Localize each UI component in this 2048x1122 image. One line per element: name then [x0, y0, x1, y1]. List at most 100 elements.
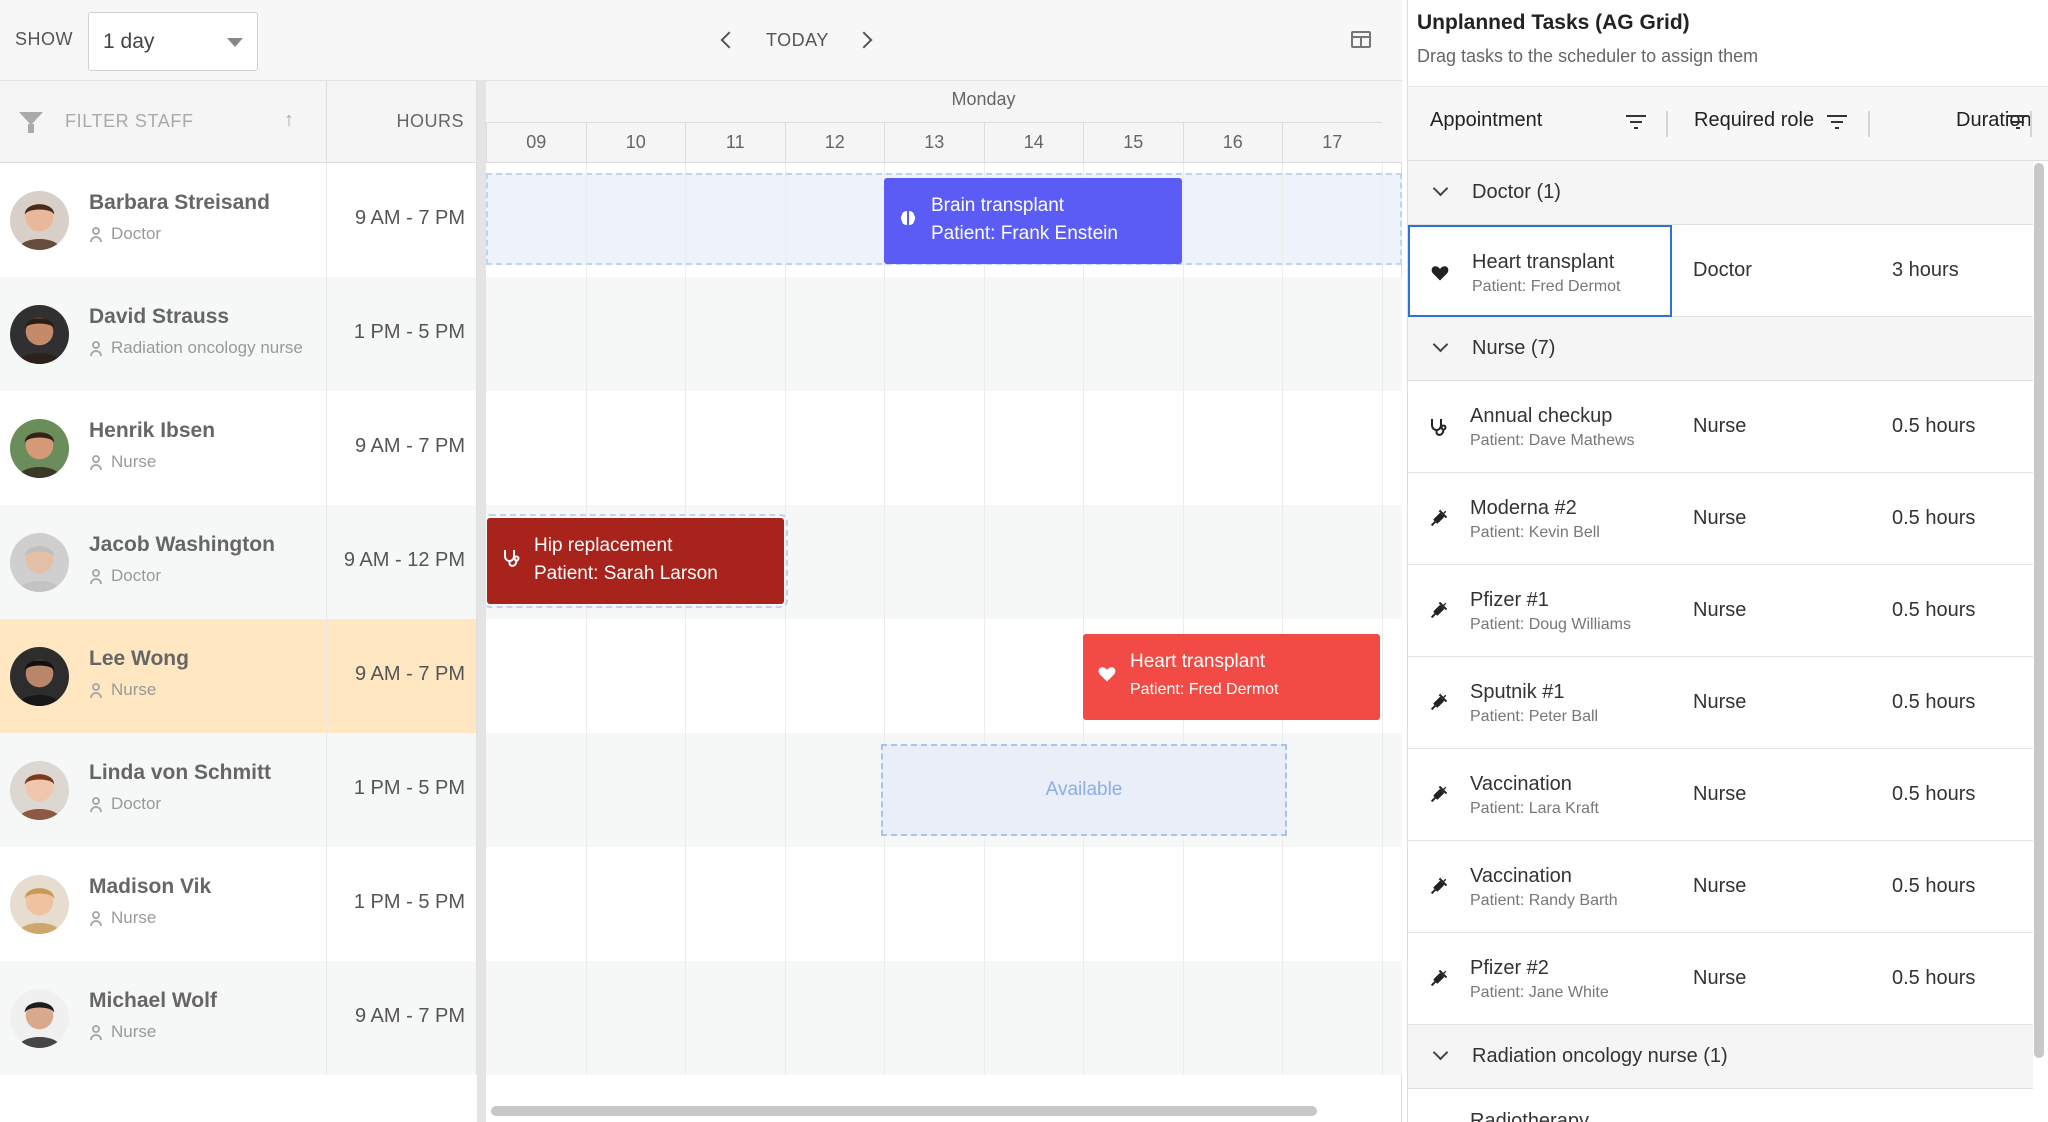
heart-icon — [1430, 263, 1450, 283]
group-label: Radiation oncology nurse (1) — [1472, 1045, 1728, 1067]
task-name: Pfizer #2 — [1470, 957, 1549, 979]
task-required-role: Nurse — [1693, 783, 1747, 805]
task-row[interactable]: Vaccination Patient: Randy Barth Nurse 0.5 … — [1408, 841, 2033, 933]
brain-icon — [898, 208, 918, 228]
column-separator[interactable] — [2030, 111, 2032, 137]
appointment-cell[interactable]: Heart transplant Patient: Fred Dermot — [1408, 225, 1672, 317]
scheduler-pane: SHOW 1 day TODAY FILTER STAFF ↑ HOURS Ba… — [0, 0, 1402, 1122]
staff-name: Madison Vik — [89, 875, 212, 898]
staff-hours: 9 AM - 12 PM — [326, 505, 477, 619]
hour-grid-line — [983, 163, 985, 1075]
staff-row[interactable]: Linda von Schmitt Doctor 1 PM - 5 PM — [0, 733, 477, 847]
staff-role: Radiation oncology nurse — [111, 338, 303, 357]
task-row[interactable]: Sputnik #1 Patient: Peter Ball Nurse 0.5 ho… — [1408, 657, 2033, 749]
chevron-down-icon[interactable] — [1432, 180, 1449, 197]
event-patient: Patient: Sarah Larson — [534, 563, 718, 584]
unplanned-tasks-pane: Unplanned Tasks (AG Grid) Drag tasks to … — [1407, 0, 2048, 1122]
task-patient: Patient: Fred Dermot — [1472, 278, 1621, 295]
staff-row[interactable]: Barbara Streisand Doctor 9 AM - 7 PM — [0, 163, 477, 277]
staff-row[interactable]: Michael Wolf Nurse 9 AM - 7 PM — [0, 961, 477, 1075]
appointment-cell[interactable]: Vaccination Patient: Lara Kraft — [1408, 749, 1672, 841]
group-row[interactable]: Doctor (1) — [1408, 161, 2033, 225]
task-duration: 0.5 hours — [1892, 783, 1976, 805]
staff-role: Nurse — [111, 908, 157, 927]
syringe-icon — [1428, 785, 1448, 805]
chevron-right-icon — [855, 31, 872, 49]
staff-name: Barbara Streisand — [89, 191, 270, 214]
staff-hours: 9 AM - 7 PM — [326, 391, 477, 505]
hour-header-cell: 13 — [884, 122, 984, 163]
column-header-label: Required role — [1694, 109, 1815, 131]
task-duration: 0.5 hours — [1892, 691, 1976, 713]
hour-grid-line — [884, 163, 885, 1075]
next-button[interactable] — [851, 24, 881, 56]
timeline-row[interactable] — [486, 391, 1402, 505]
group-row[interactable]: Nurse (7) — [1408, 317, 2033, 381]
grid-column-header[interactable]: Appointment — [1430, 109, 1542, 132]
stethoscope-icon — [1428, 417, 1448, 437]
event-patient: Patient: Frank Enstein — [931, 223, 1118, 244]
task-row[interactable]: Pfizer #2 Patient: Jane White Nurse 0.5 hou… — [1408, 933, 2033, 1025]
task-row[interactable]: Moderna #2 Patient: Kevin Bell Nurse 0.5 ho… — [1408, 473, 2033, 565]
task-row[interactable]: Pfizer #1 Patient: Doug Williams Nurse 0.5 … — [1408, 565, 2033, 657]
staff-row[interactable]: David Strauss Radiation oncology nurse 1 P… — [0, 277, 477, 391]
task-row[interactable]: Heart transplant Patient: Fred Dermot Doct… — [1408, 225, 2033, 317]
stethoscope-icon — [501, 548, 521, 568]
hour-header-cell: 14 — [983, 122, 1083, 163]
today-button[interactable]: TODAY — [766, 30, 829, 51]
task-row[interactable]: Vaccination Patient: Lara Kraft Nurse 0.5 h… — [1408, 749, 2033, 841]
available-slot[interactable]: Available — [881, 744, 1287, 836]
staff-name: Michael Wolf — [89, 989, 217, 1012]
avatar — [10, 761, 69, 820]
event-title: Heart transplant — [1130, 651, 1266, 672]
event-bar[interactable]: Brain transplant Patient: Frank Enstein — [884, 178, 1182, 264]
appointment-cell[interactable]: Moderna #2 Patient: Kevin Bell — [1408, 473, 1672, 565]
group-row[interactable]: Radiation oncology nurse (1) — [1408, 1025, 2033, 1089]
event-bar[interactable]: Heart transplant Patient: Fred Dermot — [1083, 634, 1380, 720]
appointment-cell[interactable]: Annual checkup Patient: Dave Mathews — [1408, 381, 1672, 473]
column-filter-icon[interactable] — [1827, 115, 1847, 131]
appointment-cell[interactable]: Pfizer #1 Patient: Doug Williams — [1408, 565, 1672, 657]
scheduler-toolbar: SHOW 1 day TODAY — [0, 0, 1402, 81]
pane-splitter[interactable] — [477, 81, 486, 1122]
chevron-down-icon[interactable] — [1432, 1044, 1449, 1061]
staff-role: Doctor — [111, 566, 162, 585]
horizontal-scrollbar[interactable] — [491, 1106, 1317, 1116]
staff-name: David Strauss — [89, 305, 230, 328]
task-patient: Patient: Jane White — [1470, 984, 1609, 1001]
task-row[interactable]: Annual checkup Patient: Dave Mathews Nurse… — [1408, 381, 2033, 473]
timeline-header: Monday 09 10 11 12 13 14 15 16 17 — [486, 81, 1402, 163]
timeline-row[interactable] — [486, 847, 1402, 961]
appointment-cell[interactable]: Pfizer #2 Patient: Jane White — [1408, 933, 1672, 1025]
range-select[interactable]: 1 day — [88, 12, 258, 71]
staff-column-header: FILTER STAFF ↑ HOURS — [0, 81, 477, 163]
staff-row[interactable]: Lee Wong Nurse 9 AM - 7 PM — [0, 619, 477, 733]
hour-grid-line — [784, 163, 786, 1075]
column-separator[interactable] — [1868, 111, 1870, 137]
timeline-row[interactable] — [486, 961, 1402, 1075]
appointment-cell[interactable]: Vaccination Patient: Randy Barth — [1408, 841, 1672, 933]
staff-row[interactable]: Jacob Washington Doctor 9 AM - 12 PM — [0, 505, 477, 619]
sort-ascending-icon[interactable]: ↑ — [284, 109, 294, 132]
avatar — [10, 875, 69, 934]
column-separator[interactable] — [1666, 111, 1668, 137]
staff-row[interactable]: Henrik Ibsen Nurse 9 AM - 7 PM — [0, 391, 477, 505]
appointment-cell[interactable]: Sputnik #1 Patient: Peter Ball — [1408, 657, 1672, 749]
task-required-role: Doctor — [1693, 259, 1752, 281]
syringe-icon — [1428, 969, 1448, 989]
timeline-row[interactable] — [486, 277, 1402, 391]
grid-header: Appointment Required role Duration — [1408, 86, 2048, 161]
previous-button[interactable] — [711, 24, 741, 56]
vertical-scrollbar[interactable] — [2034, 163, 2044, 1058]
task-duration: 3 hours — [1892, 259, 1959, 281]
column-filter-icon[interactable] — [2008, 115, 2028, 131]
filter-staff-input[interactable]: FILTER STAFF — [65, 111, 194, 132]
chevron-down-icon[interactable] — [1432, 336, 1449, 353]
event-bar[interactable]: Hip replacement Patient: Sarah Larson — [486, 514, 788, 608]
grid-title: Unplanned Tasks (AG Grid) — [1417, 11, 1690, 34]
staff-row[interactable]: Madison Vik Nurse 1 PM - 5 PM — [0, 847, 477, 961]
grid-column-header[interactable]: Required role — [1694, 109, 1814, 132]
toggle-panel-icon[interactable] — [1351, 31, 1371, 48]
column-filter-icon[interactable] — [1626, 115, 1646, 131]
avatar — [10, 419, 69, 478]
